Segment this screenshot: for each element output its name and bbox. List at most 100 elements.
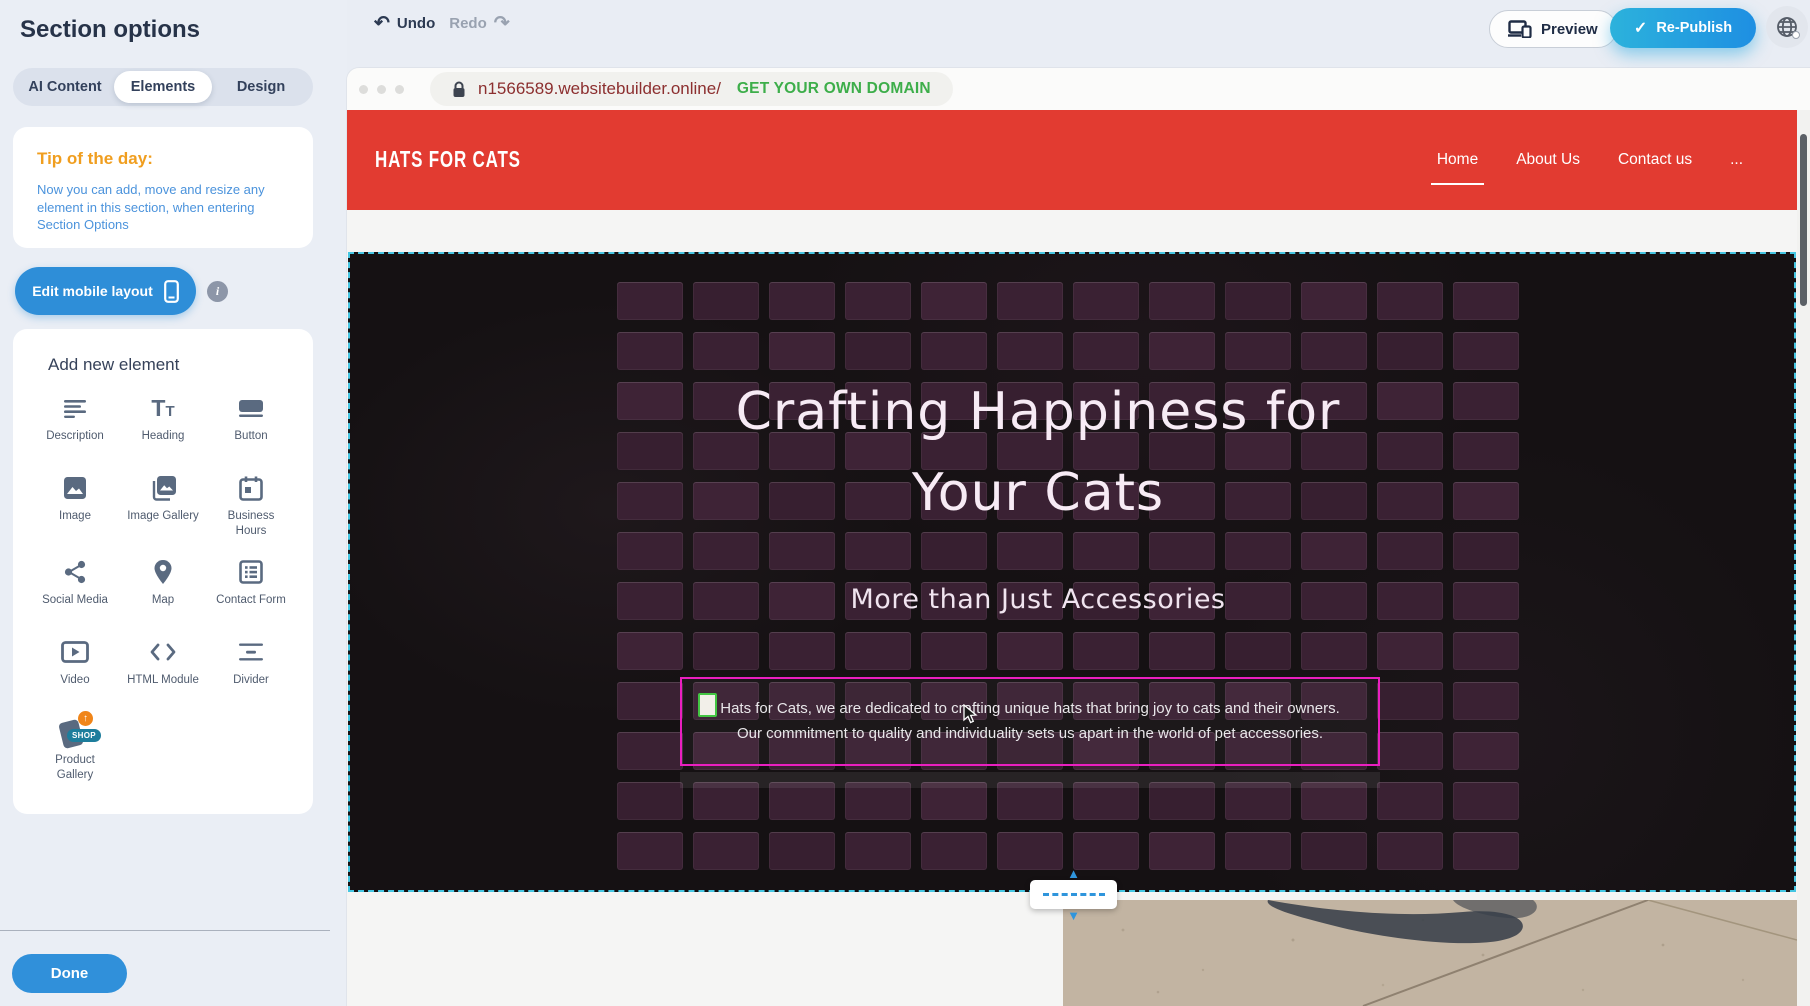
html-code-icon [149,637,177,667]
section-resize-handle[interactable]: ▼ ▲ [1030,880,1117,909]
get-domain-link[interactable]: GET YOUR OWN DOMAIN [737,80,931,98]
background-tile [617,632,683,670]
element-label: Image Gallery [127,509,199,524]
browser-chrome: n1566589.websitebuilder.online/ GET YOUR… [347,68,1810,110]
republish-label: Re-Publish [1656,20,1732,36]
background-tile [1225,332,1291,370]
contact-form-icon [239,557,263,587]
nav-item-contactus[interactable]: Contact us [1616,145,1694,175]
add-element-contact-form[interactable]: Contact Form [207,557,295,619]
hero-title-line: Your Cats [680,453,1396,534]
undo-arrow-icon: ↶ [374,14,390,33]
background-tile [1453,332,1519,370]
site-url[interactable]: n1566589.websitebuilder.online/ [478,79,721,99]
add-element-product-gallery[interactable]: SHOP↑Product Gallery [31,717,119,783]
tab-design[interactable]: Design [212,71,310,103]
element-label: Divider [233,673,269,688]
divider-icon [237,637,265,667]
add-element-html-module[interactable]: HTML Module [119,637,207,699]
add-element-social-media[interactable]: Social Media [31,557,119,619]
site-logo[interactable]: HATS FOR CATS [375,147,521,174]
background-tile [845,632,911,670]
add-new-element-heading: Add new element [48,355,295,375]
background-tile [845,332,911,370]
add-element-business-hours[interactable]: Business Hours [207,473,295,539]
add-element-video[interactable]: Video [31,637,119,699]
background-tile [1377,282,1443,320]
button-icon [237,393,265,423]
background-tile [1377,682,1443,720]
background-tile [1301,832,1367,870]
hero-title[interactable]: Crafting Happiness forYour Cats [680,372,1396,534]
background-tile [617,332,683,370]
tip-heading: Tip of the day: [37,149,289,169]
pavement-image[interactable] [1063,900,1797,1006]
language-globe-button[interactable] [1766,6,1808,48]
background-tile [617,732,683,770]
hero-subtitle[interactable]: More than Just Accessories [680,584,1396,615]
background-tile [1377,782,1443,820]
hero-paragraph-line: Hats for Cats, we are dedicated to craft… [682,696,1378,721]
background-tile [921,532,987,570]
element-label: Heading [142,429,185,444]
selected-hero-section[interactable]: Crafting Happiness forYour Cats More tha… [348,252,1796,892]
add-element-image[interactable]: Image [31,473,119,539]
background-tile [1149,332,1215,370]
background-tile [1149,632,1215,670]
arrow-up-icon: ▲ [1067,867,1080,880]
nav-item-[interactable]: ... [1728,145,1745,175]
background-tile [617,832,683,870]
add-element-button[interactable]: Button [207,393,295,455]
edit-mobile-layout-label: Edit mobile layout [32,283,153,299]
selected-text-element[interactable]: Hats for Cats, we are dedicated to craft… [680,677,1380,766]
info-icon[interactable]: i [207,281,228,302]
edit-mobile-layout-button[interactable]: Edit mobile layout [15,267,196,315]
background-tile [769,282,835,320]
background-tile [1225,632,1291,670]
background-tile [1453,282,1519,320]
business-hours-icon [239,473,263,503]
background-tile [997,282,1063,320]
background-tile [1073,832,1139,870]
republish-button[interactable]: ✓ Re-Publish [1610,8,1756,48]
add-element-divider[interactable]: Divider [207,637,295,699]
background-tile [845,832,911,870]
element-label: Image [59,509,91,524]
add-element-image-gallery[interactable]: Image Gallery [119,473,207,539]
undo-redo-group: ↶ Undo Redo ↷ [374,14,510,33]
background-tile [769,332,835,370]
window-dot [377,85,386,94]
background-tile [1225,532,1291,570]
lock-icon [452,81,466,98]
preview-button[interactable]: Preview [1489,10,1617,48]
background-tile [921,832,987,870]
tab-elements[interactable]: Elements [114,71,212,103]
background-tile [997,332,1063,370]
mobile-phone-icon [164,276,179,306]
nav-item-aboutus[interactable]: About Us [1514,145,1582,175]
hero-title-line: Crafting Happiness for [680,372,1396,453]
add-element-map[interactable]: Map [119,557,207,619]
background-tile [693,632,759,670]
background-tile [1453,532,1519,570]
video-icon [61,637,89,667]
background-tile [1225,832,1291,870]
done-button[interactable]: Done [12,954,127,993]
redo-button[interactable]: Redo ↷ [449,14,509,33]
nav-item-home[interactable]: Home [1435,145,1480,175]
browser-scrollbar[interactable] [1800,134,1807,306]
undo-button[interactable]: ↶ Undo [374,14,435,33]
background-tile [1453,682,1519,720]
background-tile [1377,632,1443,670]
add-new-element-card: Add new element DescriptionTTHeadingButt… [13,329,313,814]
add-element-description[interactable]: Description [31,393,119,455]
window-dot [395,85,404,94]
devices-icon [1508,20,1532,38]
hero-paragraph[interactable]: Hats for Cats, we are dedicated to craft… [682,696,1378,746]
element-label: Contact Form [216,593,286,608]
background-tile [1453,582,1519,620]
tab-ai-content[interactable]: AI Content [16,71,114,103]
app: Section options AI ContentElementsDesign… [0,0,1810,1006]
add-element-heading[interactable]: TTHeading [119,393,207,455]
background-tile [997,632,1063,670]
